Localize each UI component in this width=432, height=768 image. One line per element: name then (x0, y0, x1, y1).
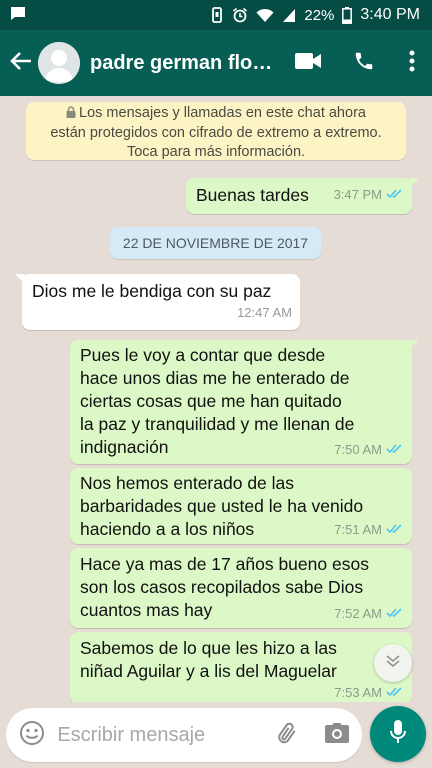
back-arrow-icon (10, 51, 32, 76)
message-time: 3:47 PM (333, 187, 382, 202)
contact-name[interactable]: padre german flo… (90, 52, 280, 75)
message-bubble-outgoing[interactable]: Buenas tardes 3:47 PM (186, 178, 419, 214)
video-call-button[interactable] (280, 30, 336, 96)
signal-icon (282, 8, 296, 23)
battery-icon (342, 6, 353, 24)
encryption-notice-line3: Toca para más información. (126, 144, 306, 160)
emoji-button[interactable] (6, 708, 57, 762)
back-button[interactable] (4, 30, 38, 96)
message-composer (6, 708, 362, 762)
vibrate-icon (210, 7, 224, 23)
camera-icon (324, 722, 350, 749)
more-options-button[interactable] (392, 30, 432, 96)
message-bubble-outgoing[interactable]: Pues le voy a contar que desde hace unos… (70, 340, 419, 464)
message-time: 7:50 AM (334, 442, 382, 457)
encryption-notice-line2: están protegidos con cifrado de extremo … (50, 125, 382, 141)
message-bubble-outgoing[interactable]: Sabemos de lo que les hizo a las niñad A… (70, 632, 412, 702)
mic-icon (389, 719, 407, 750)
camera-button[interactable] (313, 708, 362, 762)
message-bubble-outgoing[interactable]: Hace ya mas de 17 años bueno esos son lo… (70, 548, 412, 628)
message-time: 7:53 AM (334, 685, 382, 700)
message-time: 7:52 AM (334, 606, 382, 621)
message-text: Dios me le bendiga con su paz (32, 281, 272, 301)
chat-header: padre german flo… (0, 30, 432, 96)
scroll-to-bottom-button[interactable] (374, 644, 412, 682)
message-time: 7:51 AM (334, 522, 382, 537)
status-time: 3:40 PM (360, 6, 420, 23)
voice-call-button[interactable] (336, 30, 392, 96)
read-receipt-icon (386, 681, 404, 702)
encryption-notice-line1: Los mensajes y llamadas en este chat aho… (79, 105, 366, 121)
alarm-icon (232, 7, 248, 23)
message-list[interactable]: Los mensajes y llamadas en este chat aho… (0, 96, 432, 702)
voice-message-button[interactable] (370, 706, 426, 762)
avatar-placeholder-icon (38, 42, 80, 84)
read-receipt-icon (386, 602, 404, 625)
avatar[interactable] (38, 42, 80, 84)
battery-percent: 22% (304, 6, 335, 24)
video-call-icon (295, 52, 321, 75)
message-bubble-outgoing[interactable]: Nos hemos enterado de las barbaridades q… (70, 468, 412, 544)
date-divider: 22 DE NOVIEMBRE DE 2017 (110, 227, 321, 259)
chat-notification-icon (10, 6, 26, 25)
more-vert-icon (409, 50, 415, 77)
lock-icon (66, 105, 76, 124)
wifi-icon (256, 8, 274, 23)
read-receipt-icon (386, 518, 404, 541)
emoji-icon (19, 720, 45, 751)
message-text: Sabemos de lo que les hizo a las niñad A… (80, 638, 337, 681)
message-bubble-incoming[interactable]: Dios me le bendiga con su paz 12:47 AM (15, 274, 300, 330)
read-receipt-icon (386, 438, 404, 461)
attach-button[interactable] (263, 708, 312, 762)
phone-icon (353, 50, 375, 77)
message-time: 12:47 AM (237, 305, 292, 320)
read-receipt-icon (386, 183, 404, 206)
status-bar: 22% 3:40 PM (0, 0, 432, 30)
encryption-notice[interactable]: Los mensajes y llamadas en este chat aho… (26, 102, 406, 160)
attach-icon (276, 720, 300, 751)
message-input[interactable] (57, 723, 264, 747)
scroll-down-icon (385, 654, 401, 673)
